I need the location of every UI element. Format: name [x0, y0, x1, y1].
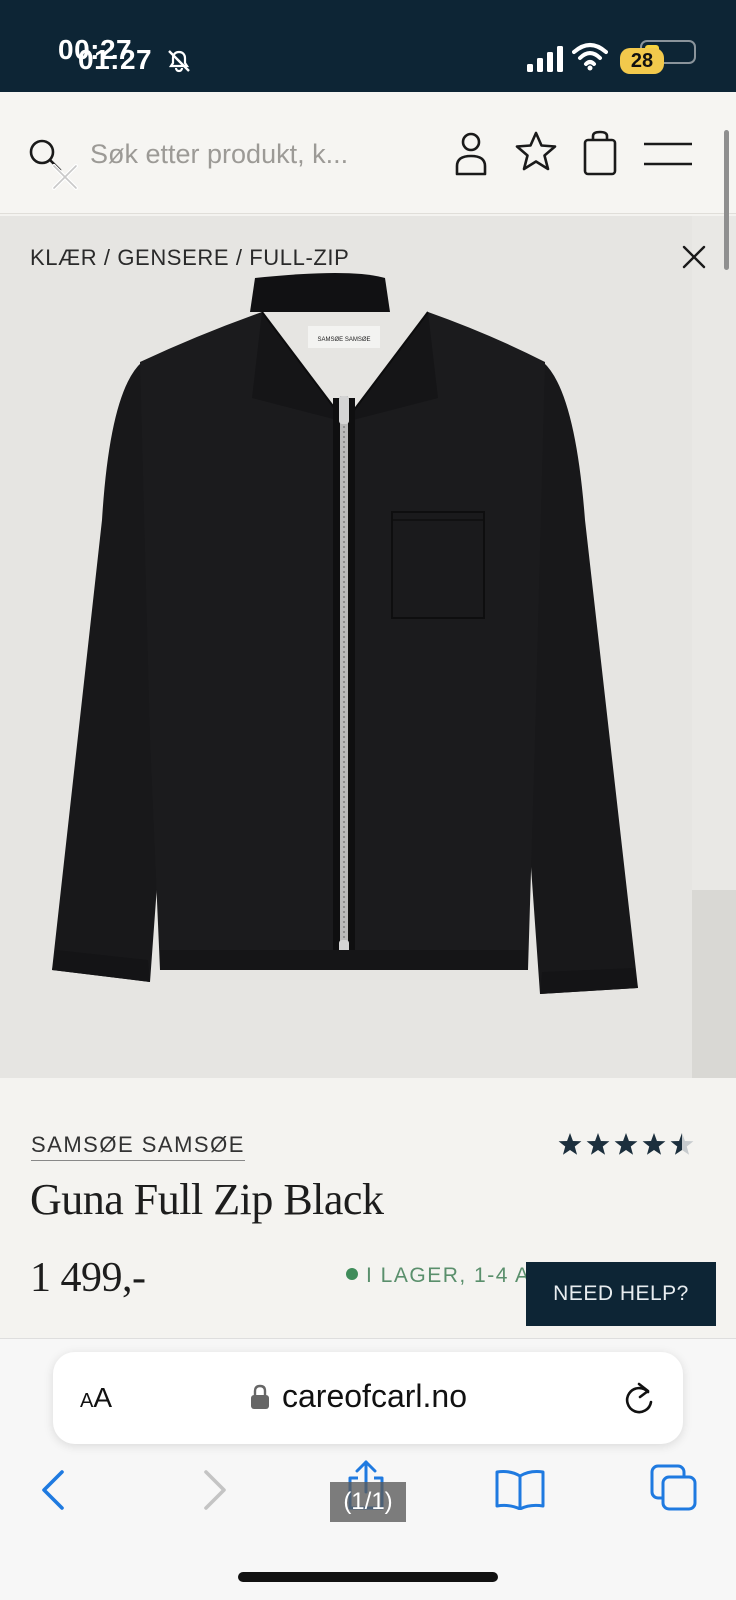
account-icon[interactable] [454, 130, 488, 176]
signal-icon [527, 46, 563, 72]
close-icon[interactable] [50, 162, 80, 192]
forward-icon[interactable] [200, 1468, 230, 1512]
search-input[interactable] [90, 134, 390, 174]
stock-dot [346, 1268, 358, 1281]
rating-star [586, 1133, 610, 1155]
garment-brand-label: SAMSØE SAMSØE [317, 337, 370, 343]
stock-text: I LAGER, 1-4 A [366, 1264, 530, 1287]
status-time-overlay: 01:27 [78, 44, 153, 75]
back-icon[interactable] [38, 1468, 68, 1512]
product-name: Guna Full Zip Black [30, 1175, 384, 1224]
rating-star [558, 1133, 582, 1155]
zip-cardigan-image: SAMSØE SAMSØE [52, 273, 638, 994]
scrollbar[interactable] [724, 130, 729, 270]
menu-icon[interactable] [644, 141, 692, 167]
rating-star [670, 1133, 694, 1155]
tabs-icon[interactable] [650, 1464, 698, 1512]
bookmarks-icon[interactable] [494, 1468, 546, 1510]
brand-link[interactable]: SAMSØE SAMSØE [31, 1132, 245, 1161]
mute-icon [168, 50, 190, 73]
reload-icon[interactable] [622, 1380, 656, 1416]
rating-star [614, 1133, 638, 1155]
wishlist-star-icon[interactable] [514, 130, 558, 172]
wifi-icon [572, 43, 608, 71]
text-size-button[interactable]: AA [80, 1382, 112, 1414]
battery-indicator: 28 [620, 40, 700, 74]
close-icon[interactable] [682, 245, 706, 269]
lock-icon [251, 1384, 269, 1409]
breadcrumb[interactable]: KLÆR / GENSERE / FULL-ZIP [30, 245, 349, 271]
url-text[interactable]: careofcarl.no [282, 1378, 467, 1415]
next-image-floor [692, 890, 736, 1078]
need-help-button[interactable]: NEED HELP? [526, 1262, 716, 1326]
page-counter: (1/1) [330, 1482, 406, 1522]
rating-star [642, 1133, 666, 1155]
rating-stars[interactable] [557, 1130, 697, 1160]
battery-level: 28 [620, 48, 664, 74]
product-price: 1 499,- [30, 1255, 146, 1301]
bag-icon[interactable] [582, 130, 618, 176]
stock-status: I LAGER, 1-4 A [346, 1264, 530, 1288]
home-indicator [238, 1572, 498, 1582]
